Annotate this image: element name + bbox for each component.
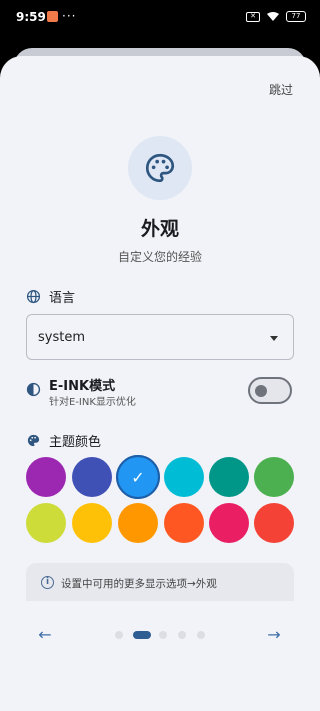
skip-button[interactable]: 跳过: [269, 81, 293, 98]
page-dot: [197, 631, 205, 639]
sim-off-icon: ✕: [246, 11, 260, 22]
page-dot: [159, 631, 167, 639]
theme-color-swatch[interactable]: [164, 503, 204, 543]
page-subtitle: 自定义您的经验: [117, 250, 202, 264]
theme-label: 主题颜色: [49, 435, 102, 450]
palette-icon: [27, 434, 40, 447]
status-icons: ✕ 77: [246, 11, 306, 22]
check-icon: ✓: [131, 467, 145, 487]
wifi-icon: [267, 12, 279, 21]
info-icon: i: [41, 576, 54, 589]
contrast-icon: [26, 382, 41, 397]
page-dot: [115, 631, 123, 639]
palette-icon: [145, 153, 175, 183]
battery-icon: 77: [286, 11, 306, 22]
theme-color-swatch[interactable]: [72, 503, 112, 543]
theme-color-swatch[interactable]: [26, 503, 66, 543]
more-notifications-indicator: ···: [62, 9, 77, 23]
language-value: system: [38, 330, 85, 345]
info-card: i 设置中可用的更多显示选项→外观: [26, 563, 294, 601]
theme-color-swatch[interactable]: [72, 457, 112, 497]
info-text: 设置中可用的更多显示选项→外观: [61, 578, 217, 590]
theme-color-swatch[interactable]: [254, 503, 294, 543]
status-time: 9:59: [16, 10, 46, 24]
language-dropdown[interactable]: system: [26, 314, 294, 360]
globe-icon: [26, 289, 41, 304]
status-bar: 9:59 ··· ✕ 77: [0, 0, 320, 36]
page-title: 外观: [140, 218, 179, 240]
hero-icon-container: [128, 136, 192, 200]
page-dot: [133, 631, 151, 639]
next-arrow-button[interactable]: →: [264, 625, 284, 645]
eink-toggle[interactable]: [248, 377, 292, 404]
eink-title: E-INK模式: [49, 379, 116, 394]
language-label: 语言: [49, 291, 76, 306]
toggle-knob: [255, 385, 267, 397]
theme-section-header: 主题颜色: [26, 431, 101, 450]
theme-color-swatch[interactable]: [254, 457, 294, 497]
theme-color-swatch[interactable]: [118, 503, 158, 543]
eink-description: 针对E-INK显示优化: [49, 397, 136, 408]
language-section-header: 语言: [26, 287, 75, 306]
theme-color-swatch[interactable]: [26, 457, 66, 497]
dropdown-arrow-icon: [270, 336, 278, 341]
theme-color-swatch[interactable]: [209, 457, 249, 497]
app-notification-icon: [47, 11, 58, 22]
page-dot: [178, 631, 186, 639]
theme-color-swatch[interactable]: ✓: [116, 455, 160, 499]
back-arrow-button[interactable]: ←: [35, 625, 55, 645]
theme-color-swatch[interactable]: [164, 457, 204, 497]
theme-color-swatch[interactable]: [209, 503, 249, 543]
